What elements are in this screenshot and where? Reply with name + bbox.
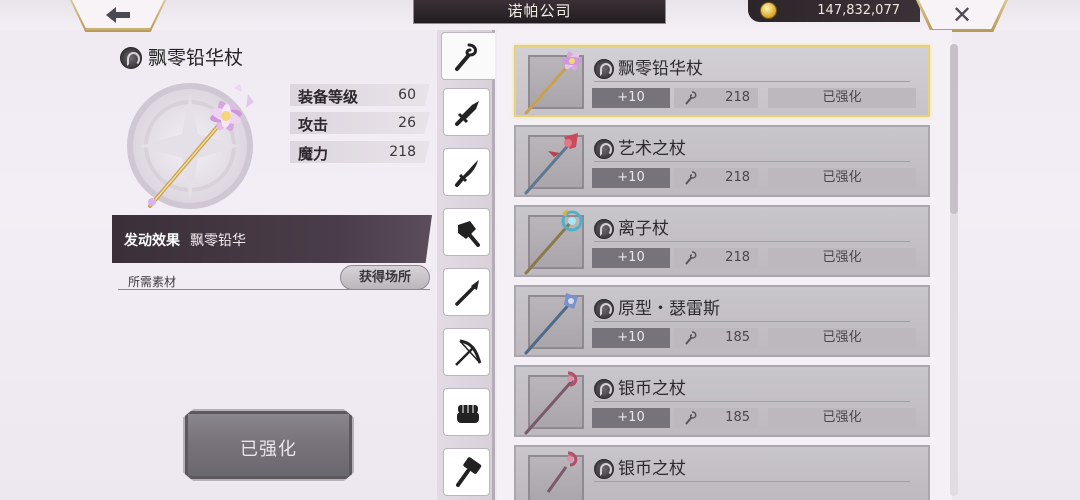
magic-stat: 185: [674, 408, 758, 428]
enhanced-button-label: 已强化: [240, 439, 297, 460]
tab-sword[interactable]: [443, 88, 490, 136]
material-label: 所需素材: [128, 275, 177, 289]
item-row[interactable]: 离子杖 +10 218 已强化: [514, 205, 930, 277]
magic-value: 218: [725, 90, 750, 105]
stat-row-magic: 魔力 218: [290, 141, 430, 163]
tab-bow[interactable]: [443, 328, 490, 376]
magic-stat: 218: [674, 168, 758, 188]
magic-icon: [685, 411, 697, 425]
item-name: 飘零铅华杖: [618, 59, 703, 79]
hammer-icon: [456, 457, 482, 487]
item-row[interactable]: 艺术之杖 +10 218 已强化: [514, 125, 930, 197]
effect-bar: 发动效果 飘零铅华: [112, 215, 432, 263]
sword-icon: [455, 101, 479, 126]
magic-icon: [685, 171, 697, 185]
enhance-level: +10: [592, 88, 670, 108]
magic-icon: [685, 251, 697, 265]
stat-label: 攻击: [298, 116, 329, 134]
staff-type-icon: [594, 219, 614, 239]
item-name: 银币之杖: [618, 379, 686, 399]
staff-art-image: [524, 133, 578, 195]
item-row[interactable]: 原型・瑟雷斯 +10 185 已强化: [514, 285, 930, 357]
fist-icon: [457, 405, 479, 423]
staff-prototype-image: [524, 293, 578, 355]
tab-axe[interactable]: [443, 208, 490, 256]
enhance-status: 已强化: [768, 88, 916, 108]
staff-lotus-image: [524, 51, 582, 115]
enhance-level: +10: [592, 168, 670, 188]
staff-type-icon: [594, 299, 614, 319]
divider: [594, 321, 910, 322]
close-icon[interactable]: ✕: [946, 2, 978, 28]
magic-stat: 185: [674, 328, 758, 348]
staff-ion-image: [524, 209, 583, 275]
enhance-level: +10: [592, 248, 670, 268]
spear-icon: [455, 280, 479, 306]
coin-icon: [760, 2, 777, 19]
staff-type-icon: [594, 379, 614, 399]
item-emblem-image: [127, 83, 254, 209]
tab-dagger[interactable]: [443, 148, 490, 196]
staff-type-icon: [594, 59, 614, 79]
magic-value: 218: [725, 170, 750, 185]
stat-label: 装备等级: [298, 88, 359, 106]
tab-spear[interactable]: [443, 268, 490, 316]
stat-label: 魔力: [298, 145, 329, 163]
divider: [594, 161, 910, 162]
enhance-status: 已强化: [768, 328, 916, 348]
enhance-status: 已强化: [768, 248, 916, 268]
effect-label: 发动效果: [124, 233, 180, 249]
enhanced-button[interactable]: 已强化: [183, 409, 354, 481]
currency-amount: 147,832,077: [817, 3, 900, 18]
stat-value: 26: [398, 115, 416, 131]
staff-silver-image: [546, 451, 578, 493]
staff-type-icon: [120, 47, 142, 69]
enhance-level: +10: [592, 408, 670, 428]
stat-value: 218: [389, 144, 416, 160]
stat-row-attack: 攻击 26: [290, 112, 430, 134]
dagger-icon: [455, 160, 478, 187]
item-name: 银币之杖: [618, 459, 686, 479]
staff-type-icon: [594, 459, 614, 479]
staff-silver-image: [524, 371, 578, 435]
axe-icon: [458, 221, 480, 247]
divider: [594, 241, 910, 242]
scrollbar-thumb[interactable]: [950, 44, 958, 214]
item-row[interactable]: 银币之杖 +10 185 已强化: [514, 365, 930, 437]
stat-row-level: 装备等级 60: [290, 84, 430, 106]
enhance-level: +10: [592, 328, 670, 348]
effect-value: 飘零铅华: [190, 233, 246, 249]
tab-staff[interactable]: [441, 32, 495, 80]
magic-value: 185: [725, 410, 750, 425]
divider: [594, 481, 910, 482]
item-name: 原型・瑟雷斯: [618, 299, 720, 319]
stat-value: 60: [398, 87, 416, 103]
bow-icon: [455, 339, 482, 366]
divider: [594, 81, 910, 82]
magic-icon: [685, 331, 697, 345]
staff-icon: [455, 43, 477, 71]
magic-stat: 218: [674, 248, 758, 268]
magic-value: 218: [725, 250, 750, 265]
magic-icon: [685, 91, 697, 105]
back-arrow-icon[interactable]: [104, 4, 132, 26]
enhance-status: 已强化: [768, 408, 916, 428]
item-row[interactable]: 银币之杖: [514, 445, 930, 500]
magic-value: 185: [725, 330, 750, 345]
item-title: 飘零铅华杖: [148, 47, 244, 69]
staff-type-icon: [594, 139, 614, 159]
page-title: 诺帕公司: [413, 0, 666, 24]
obtain-location-button[interactable]: 获得场所: [340, 265, 430, 290]
item-name: 艺术之杖: [618, 139, 686, 159]
magic-stat: 218: [674, 88, 758, 108]
divider: [594, 401, 910, 402]
tab-hammer[interactable]: [443, 448, 490, 496]
item-name: 离子杖: [618, 219, 669, 239]
tab-knuckle[interactable]: [443, 388, 490, 436]
item-row[interactable]: 飘零铅华杖 +10 218 已强化: [514, 45, 930, 117]
enhance-status: 已强化: [768, 168, 916, 188]
